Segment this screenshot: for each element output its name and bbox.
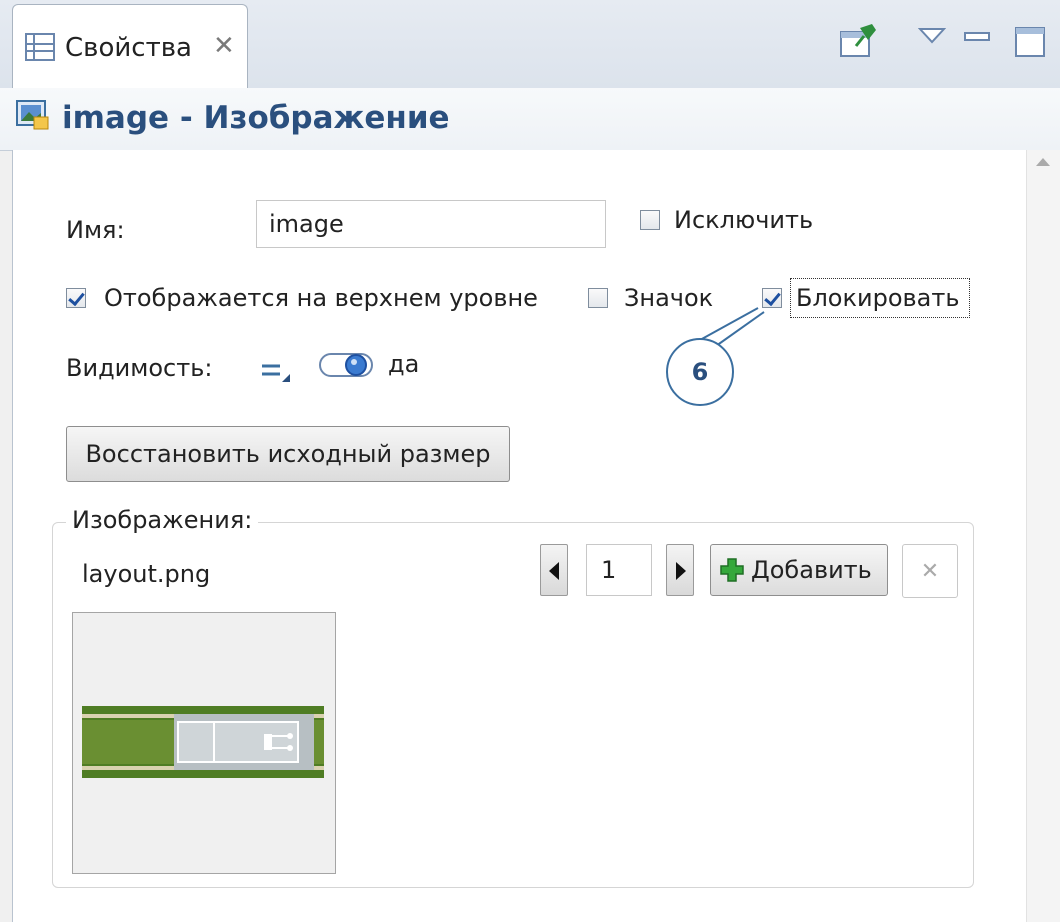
visibility-label: Видимость: (66, 354, 213, 382)
properties-view-icon (25, 33, 55, 61)
scroll-up-icon[interactable] (1036, 158, 1050, 166)
delete-image-button[interactable]: ✕ (902, 544, 958, 598)
add-image-label: Добавить (751, 556, 872, 584)
previous-image-button[interactable] (540, 544, 568, 596)
lock-checkbox[interactable] (762, 288, 782, 308)
top-level-checkbox[interactable] (66, 288, 86, 308)
reset-size-button[interactable]: Восстановить исходный размер (66, 426, 510, 482)
callout-badge: 6 (666, 338, 734, 406)
top-level-label: Отображается на верхнем уровне (104, 284, 538, 312)
maximize-icon[interactable] (1012, 24, 1048, 60)
page-title: image - Изображение (62, 100, 450, 136)
view-menu-icon[interactable] (918, 26, 946, 46)
exclude-checkbox[interactable] (640, 210, 660, 230)
vertical-scrollbar[interactable] (1026, 150, 1060, 922)
minimize-icon[interactable] (964, 30, 990, 44)
name-input[interactable] (256, 200, 606, 248)
name-label: Имя: (66, 216, 125, 244)
image-element-icon (16, 100, 49, 130)
visibility-toggle[interactable] (318, 348, 376, 380)
tab-close-icon[interactable]: ✕ (213, 31, 235, 61)
static-value-icon[interactable] (260, 356, 292, 386)
icon-label: Значок (624, 284, 714, 312)
images-group-label: Изображения: (66, 506, 259, 534)
lock-label: Блокировать (796, 284, 960, 312)
tab-properties[interactable]: Свойства ✕ (12, 4, 248, 88)
layout-image-preview (82, 706, 324, 778)
icon-checkbox[interactable] (588, 288, 608, 308)
pin-icon[interactable] (838, 22, 878, 60)
tab-properties-label: Свойства (65, 33, 192, 63)
visibility-value: да (388, 350, 420, 378)
close-icon: ✕ (920, 558, 940, 584)
next-image-button[interactable] (666, 544, 694, 596)
image-file-name: layout.png (82, 560, 211, 588)
exclude-label: Исключить (674, 206, 814, 234)
add-image-button[interactable]: Добавить (710, 544, 888, 596)
image-index-input[interactable] (586, 544, 652, 596)
plus-icon (720, 558, 744, 582)
